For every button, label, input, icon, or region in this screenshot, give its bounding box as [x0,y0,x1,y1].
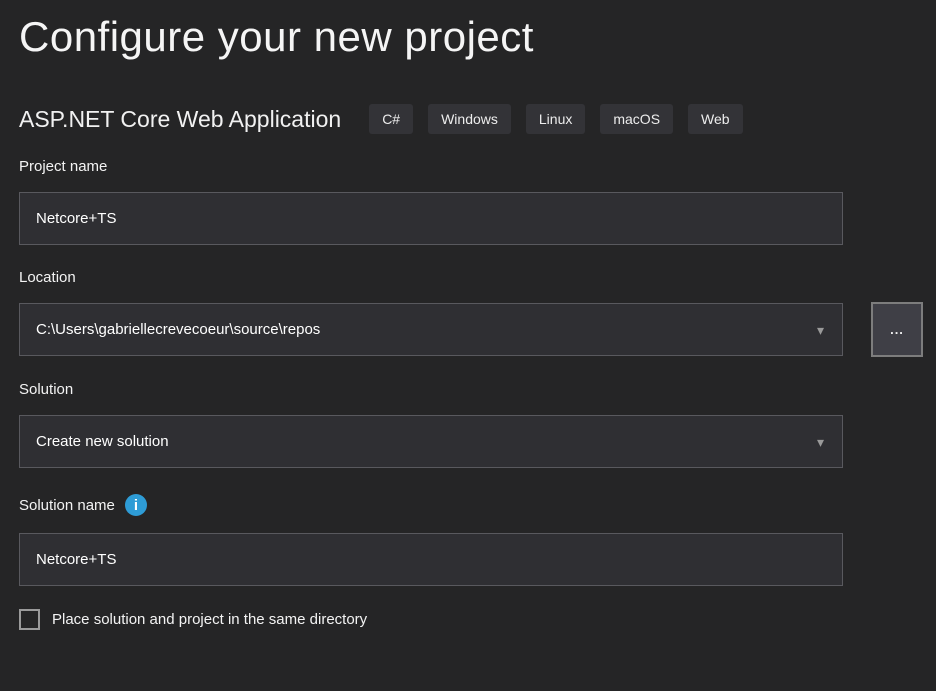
template-header: ASP.NET Core Web Application C# Windows … [19,104,923,134]
template-name: ASP.NET Core Web Application [19,106,341,133]
chevron-down-icon[interactable]: ▾ [817,323,824,337]
tag-macos: macOS [600,104,673,134]
location-combobox[interactable]: C:\Users\gabriellecrevecoeur\source\repo… [19,303,843,356]
chevron-down-icon[interactable]: ▾ [817,435,824,449]
browse-button[interactable]: ... [871,302,923,357]
same-directory-row: Place solution and project in the same d… [19,609,923,630]
page-title: Configure your new project [19,10,923,64]
solution-name-input[interactable] [19,533,843,586]
solution-label: Solution [19,381,923,398]
location-row: C:\Users\gabriellecrevecoeur\source\repo… [19,286,923,357]
same-directory-checkbox[interactable] [19,609,40,630]
tag-web: Web [688,104,743,134]
tag-linux: Linux [526,104,585,134]
same-directory-label: Place solution and project in the same d… [52,611,367,628]
location-value: C:\Users\gabriellecrevecoeur\source\repo… [36,321,320,338]
configure-project-dialog: Configure your new project ASP.NET Core … [0,0,936,630]
project-name-input[interactable] [19,192,843,245]
solution-name-label-row: Solution name i [19,494,923,516]
solution-name-label: Solution name [19,497,115,514]
tag-csharp: C# [369,104,413,134]
info-icon[interactable]: i [125,494,147,516]
solution-combobox[interactable]: Create new solution ▾ [19,415,843,468]
tag-windows: Windows [428,104,511,134]
location-label: Location [19,269,923,286]
template-tags: C# Windows Linux macOS Web [369,104,742,134]
solution-value: Create new solution [36,433,169,450]
project-name-label: Project name [19,158,923,175]
